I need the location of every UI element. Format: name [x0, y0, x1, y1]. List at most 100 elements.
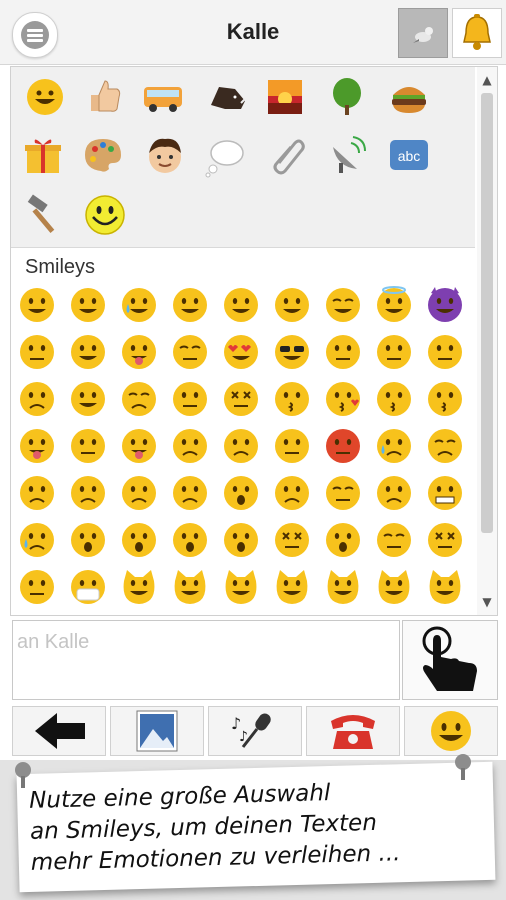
smiley-grin-icon[interactable]	[17, 285, 57, 325]
scroll-down-icon[interactable]: ▼	[477, 593, 497, 611]
bus-icon[interactable]	[141, 75, 185, 119]
emoji-scrollbar[interactable]: ▲ ▼	[477, 67, 497, 615]
smiley-frown-icon[interactable]	[119, 473, 159, 513]
smiley-kissheart-icon[interactable]	[323, 379, 363, 419]
menu-button[interactable]	[12, 12, 58, 58]
smiley-sad-icon[interactable]	[170, 426, 210, 466]
smiley-fear-icon[interactable]	[170, 520, 210, 560]
palette-icon[interactable]	[81, 133, 125, 177]
smiley-pensive-icon[interactable]	[119, 379, 159, 419]
boy-face-icon[interactable]	[143, 133, 187, 177]
contact-avatar[interactable]	[398, 8, 448, 58]
smiley-tears-icon[interactable]	[119, 285, 159, 325]
smiley-astonished-icon[interactable]	[323, 520, 363, 560]
smiley-cat-icon[interactable]	[425, 567, 465, 607]
call-button[interactable]	[306, 706, 400, 756]
smiley-frown-icon[interactable]	[170, 473, 210, 513]
smiley-smile-icon[interactable]	[170, 285, 210, 325]
smiley-neutral-icon[interactable]	[374, 332, 414, 372]
smiley-weary-icon[interactable]	[374, 473, 414, 513]
smiley-category-icon[interactable]	[23, 75, 67, 119]
smiley-confounded-icon[interactable]	[221, 379, 261, 419]
classic-smiley-icon[interactable]	[83, 193, 127, 237]
smiley-grimace-icon[interactable]	[425, 473, 465, 513]
smiley-dizzy-icon[interactable]	[272, 520, 312, 560]
promo-text: Nutze eine große Auswahl an Smileys, um …	[29, 774, 487, 879]
smiley-tongue-icon[interactable]	[119, 426, 159, 466]
smiley-sleepy-icon[interactable]	[323, 473, 363, 513]
gift-icon[interactable]	[21, 133, 65, 177]
smiley-blush-icon[interactable]	[68, 332, 108, 372]
smiley-cry-icon[interactable]	[17, 520, 57, 560]
smiley-kiss-icon[interactable]	[374, 379, 414, 419]
smiley-wink-icon[interactable]	[68, 426, 108, 466]
smiley-cat-icon[interactable]	[323, 567, 363, 607]
satellite-dish-icon[interactable]	[325, 133, 369, 177]
menu-icon	[21, 21, 49, 49]
smiley-cat-icon[interactable]	[374, 567, 414, 607]
smiley-flat-icon[interactable]	[425, 332, 465, 372]
smiley-hearts-icon[interactable]	[221, 332, 261, 372]
smiley-dizzy-icon[interactable]	[425, 520, 465, 560]
smiley-halo-icon[interactable]	[374, 285, 414, 325]
smiley-blank-icon[interactable]	[17, 567, 57, 607]
smiley-cat-icon[interactable]	[170, 567, 210, 607]
pin-icon	[455, 754, 471, 780]
microphone-button[interactable]: ♪ ♪	[208, 706, 302, 756]
smiley-angry-icon[interactable]	[272, 426, 312, 466]
smiley-confused-icon[interactable]	[170, 379, 210, 419]
smiley-unamused-icon[interactable]	[17, 379, 57, 419]
smiley-cat-icon[interactable]	[119, 567, 159, 607]
smiley-smirk-icon[interactable]	[323, 332, 363, 372]
thumbs-up-icon[interactable]	[83, 75, 127, 119]
smiley-sweat-icon[interactable]	[272, 285, 312, 325]
smiley-sleep-icon[interactable]	[374, 520, 414, 560]
notification-button[interactable]	[452, 8, 502, 58]
abc-icon[interactable]: abc	[387, 133, 431, 177]
smiley-icon	[431, 711, 471, 751]
back-button[interactable]	[12, 706, 106, 756]
smiley-tongue-icon[interactable]	[17, 426, 57, 466]
scroll-up-icon[interactable]: ▲	[477, 71, 497, 89]
smiley-kiss-icon[interactable]	[272, 379, 312, 419]
paperclip-icon[interactable]	[265, 133, 309, 177]
sunset-icon[interactable]	[263, 75, 307, 119]
smiley-relieved-icon[interactable]	[170, 332, 210, 372]
smiley-tongue-icon[interactable]	[119, 332, 159, 372]
smiley-shades-icon[interactable]	[272, 332, 312, 372]
app-header: Kalle	[0, 0, 506, 65]
smiley-cat-icon[interactable]	[272, 567, 312, 607]
smiley-tired-icon[interactable]	[425, 426, 465, 466]
image-button[interactable]	[110, 706, 204, 756]
tree-icon[interactable]	[325, 75, 369, 119]
smiley-wink-icon[interactable]	[17, 332, 57, 372]
smiley-fear-icon[interactable]	[221, 473, 261, 513]
smiley-laugh-icon[interactable]	[323, 285, 363, 325]
smiley-cat-icon[interactable]	[221, 567, 261, 607]
message-input[interactable]: an Kalle	[12, 620, 400, 700]
smiley-open-icon[interactable]	[119, 520, 159, 560]
smiley-teeth-icon[interactable]	[68, 285, 108, 325]
smiley-devil-icon[interactable]	[425, 285, 465, 325]
smiley-weary-icon[interactable]	[272, 473, 312, 513]
emoji-button[interactable]	[404, 706, 498, 756]
smiley-weary-icon[interactable]	[17, 473, 57, 513]
smiley-sweat-icon[interactable]	[68, 379, 108, 419]
send-button[interactable]	[402, 620, 498, 700]
smiley-kiss-icon[interactable]	[425, 379, 465, 419]
boar-icon[interactable]	[205, 75, 249, 119]
smiley-worried-icon[interactable]	[221, 426, 261, 466]
smiley-angry-icon[interactable]	[323, 426, 363, 466]
smiley-open-icon[interactable]	[68, 520, 108, 560]
thought-bubble-icon[interactable]	[203, 135, 247, 179]
smiley-cry-icon[interactable]	[374, 426, 414, 466]
chat-title: Kalle	[226, 19, 280, 44]
smiley-smile-icon[interactable]	[221, 285, 261, 325]
emoji-category-grid: abc	[11, 67, 475, 248]
hamburger-icon[interactable]	[387, 75, 431, 119]
scroll-thumb[interactable]	[481, 93, 493, 533]
smiley-mask-icon[interactable]	[68, 567, 108, 607]
smiley-scream-icon[interactable]	[221, 520, 261, 560]
hammer-icon[interactable]	[23, 193, 67, 237]
smiley-sad-icon[interactable]	[68, 473, 108, 513]
